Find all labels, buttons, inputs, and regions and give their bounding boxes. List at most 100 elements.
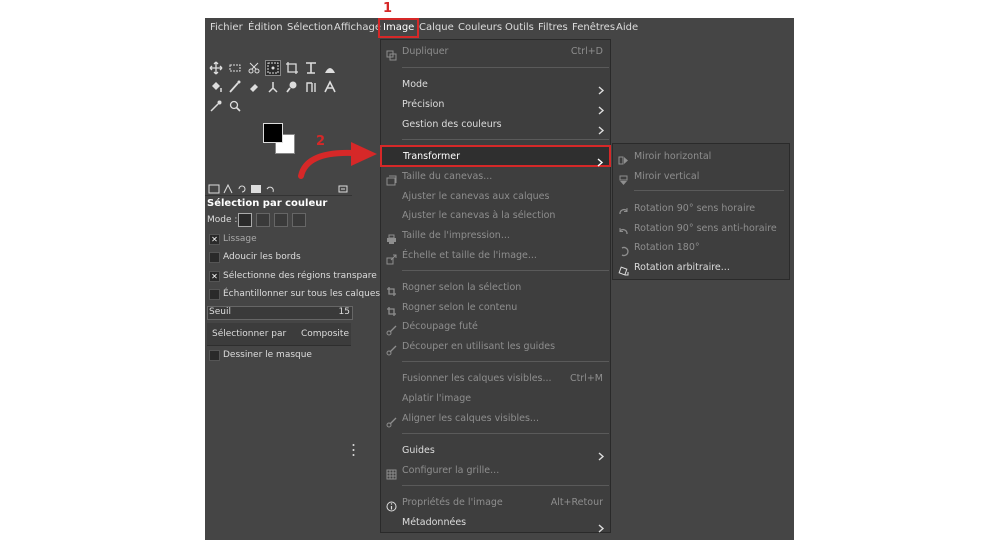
menu-item-flatten[interactable]: Aplatir l'image <box>381 389 610 408</box>
crop-icon[interactable] <box>284 60 300 76</box>
path-icon[interactable] <box>303 79 319 95</box>
menu-item-scale-image[interactable]: Échelle et taille de l'image... <box>381 246 610 265</box>
soften-edges-checkbox[interactable] <box>209 252 220 263</box>
undo-tab-icon[interactable] <box>264 180 278 194</box>
select-transparent-checkbox[interactable]: ✕ <box>209 271 220 282</box>
menu-selection[interactable]: Sélection <box>287 18 333 38</box>
eraser-icon[interactable] <box>246 79 262 95</box>
sample-merged-label: Échantillonner sur tous les calques <box>223 289 381 299</box>
undo-history-tab-icon[interactable] <box>236 180 250 194</box>
clone-icon[interactable] <box>265 79 281 95</box>
paintbrush-icon[interactable] <box>227 79 243 95</box>
menu-couleurs[interactable]: Couleurs <box>458 18 502 38</box>
menu-item-slice-guides[interactable]: Découper en utilisant les guides <box>381 337 610 356</box>
print-size-label: Taille de l'impression... <box>402 230 510 241</box>
threshold-value: 15 <box>338 307 350 317</box>
mode-intersect-button[interactable] <box>292 213 306 227</box>
menu-fichier[interactable]: Fichier <box>210 18 243 38</box>
rotate-180-icon <box>618 242 629 257</box>
sample-merged-checkbox[interactable] <box>209 289 220 300</box>
color-picker-icon[interactable] <box>208 98 224 114</box>
smudge-icon[interactable] <box>284 79 300 95</box>
chevron-right-icon <box>597 80 605 95</box>
select-by-dropdown[interactable]: Sélectionner par Composite <box>207 323 351 346</box>
rect-select-icon[interactable] <box>227 60 243 76</box>
dock-tabs <box>205 179 352 196</box>
arbitrary-rotation-label: Rotation arbitraire... <box>634 262 730 273</box>
submenu-item-arbitrary-rotation[interactable]: Rotation arbitraire... <box>613 258 789 277</box>
draw-mask-label: Dessiner le masque <box>223 350 312 360</box>
zoom-icon[interactable] <box>227 98 243 114</box>
submenu-item-rotate-ccw[interactable]: Rotation 90° sens anti-horaire <box>613 219 789 238</box>
menu-item-crop-selection[interactable]: Rogner selon la sélection <box>381 278 610 297</box>
separator <box>402 433 609 434</box>
separator <box>402 67 609 68</box>
bucket-fill-icon[interactable] <box>208 79 224 95</box>
flip-horizontal-label: Miroir horizontal <box>634 151 712 162</box>
menu-item-print-size[interactable]: Taille de l'impression... <box>381 226 610 245</box>
rotate-cw-icon <box>618 203 629 215</box>
menu-filtres[interactable]: Filtres <box>538 18 568 38</box>
usage-checkbox[interactable]: ✕ <box>209 234 220 245</box>
menu-item-fit-canvas-selection[interactable]: Ajuster le canevas à la sélection <box>381 206 610 225</box>
menu-image[interactable]: Image <box>378 18 420 38</box>
menu-item-color-management[interactable]: Gestion des couleurs <box>381 115 610 135</box>
warp-icon[interactable] <box>322 60 338 76</box>
text-tool-icon[interactable] <box>322 79 338 95</box>
threshold-slider[interactable]: Seuil 15 <box>207 306 353 320</box>
menu-outils[interactable]: Outils <box>505 18 534 38</box>
fit-canvas-selection-label: Ajuster le canevas à la sélection <box>402 210 556 221</box>
menu-item-crop-content[interactable]: Rogner selon le contenu <box>381 298 610 317</box>
menu-item-metadata[interactable]: Métadonnées <box>381 513 610 533</box>
guides-label: Guides <box>402 445 435 456</box>
menu-item-guides[interactable]: Guides <box>381 441 610 461</box>
threshold-label: Seuil <box>209 307 231 317</box>
flatten-label: Aplatir l'image <box>402 393 472 404</box>
text-transform-icon[interactable] <box>303 60 319 76</box>
menu-item-duplicate[interactable]: Dupliquer Ctrl+D <box>381 42 610 61</box>
submenu-item-rotate-cw[interactable]: Rotation 90° sens horaire <box>613 199 789 218</box>
scissors-select-icon[interactable] <box>246 60 262 76</box>
image-properties-label: Propriétés de l'image <box>402 497 503 508</box>
submenu-item-flip-horizontal[interactable]: Miroir horizontal <box>613 147 789 166</box>
foreground-color-swatch[interactable] <box>263 123 283 143</box>
submenu-item-rotate-180[interactable]: Rotation 180° <box>613 238 789 257</box>
menu-item-fit-canvas-layers[interactable]: Ajuster le canevas aux calques <box>381 187 610 206</box>
menu-item-align-layers[interactable]: Aligner les calques visibles... <box>381 409 610 428</box>
menu-fenetres[interactable]: Fenêtres <box>572 18 615 38</box>
menu-item-transform[interactable]: Transformer <box>380 145 611 167</box>
dock-config-icon[interactable] <box>337 180 351 194</box>
image-menu-dropdown: Dupliquer Ctrl+D Mode Précision Gestion … <box>380 39 611 533</box>
menu-aide[interactable]: Aide <box>616 18 638 38</box>
images-tab-icon[interactable] <box>250 180 264 194</box>
menu-item-guillotine[interactable]: Découpage futé <box>381 317 610 336</box>
draw-mask-checkbox[interactable] <box>209 350 220 361</box>
menu-item-image-properties[interactable]: Propriétés de l'image Alt+Retour <box>381 493 610 512</box>
separator <box>402 361 609 362</box>
menu-affichage[interactable]: Affichage <box>334 18 381 38</box>
submenu-item-flip-vertical[interactable]: Miroir vertical <box>613 167 789 186</box>
chevron-right-icon <box>596 152 604 167</box>
menu-item-configure-grid[interactable]: Configurer la grille... <box>381 461 610 480</box>
menu-item-mode[interactable]: Mode <box>381 75 610 95</box>
mode-replace-button[interactable] <box>238 213 252 227</box>
tool-options-tab-icon[interactable] <box>208 180 222 194</box>
separator <box>402 485 609 486</box>
menu-edition[interactable]: Édition <box>248 18 283 38</box>
menu-item-canvas-size[interactable]: Taille du canevas... <box>381 167 610 186</box>
dock-resize-handle[interactable] <box>352 442 355 458</box>
menu-item-precision[interactable]: Précision <box>381 95 610 115</box>
step-1-callout: 1 <box>383 1 393 16</box>
move-icon[interactable] <box>208 60 224 76</box>
color-select-icon[interactable] <box>265 60 281 76</box>
mode-menu-label: Mode <box>402 79 428 90</box>
mode-subtract-button[interactable] <box>274 213 288 227</box>
menu-calque[interactable]: Calque <box>419 18 454 38</box>
crop-content-label: Rogner selon le contenu <box>402 302 518 313</box>
fit-canvas-layers-label: Ajuster le canevas aux calques <box>402 191 550 202</box>
mode-add-button[interactable] <box>256 213 270 227</box>
menu-item-merge-layers[interactable]: Fusionner les calques visibles... Ctrl+M <box>381 369 610 388</box>
align-layers-label: Aligner les calques visibles... <box>402 413 539 424</box>
crop-selection-label: Rogner selon la sélection <box>402 282 522 293</box>
device-status-tab-icon[interactable] <box>222 180 236 194</box>
